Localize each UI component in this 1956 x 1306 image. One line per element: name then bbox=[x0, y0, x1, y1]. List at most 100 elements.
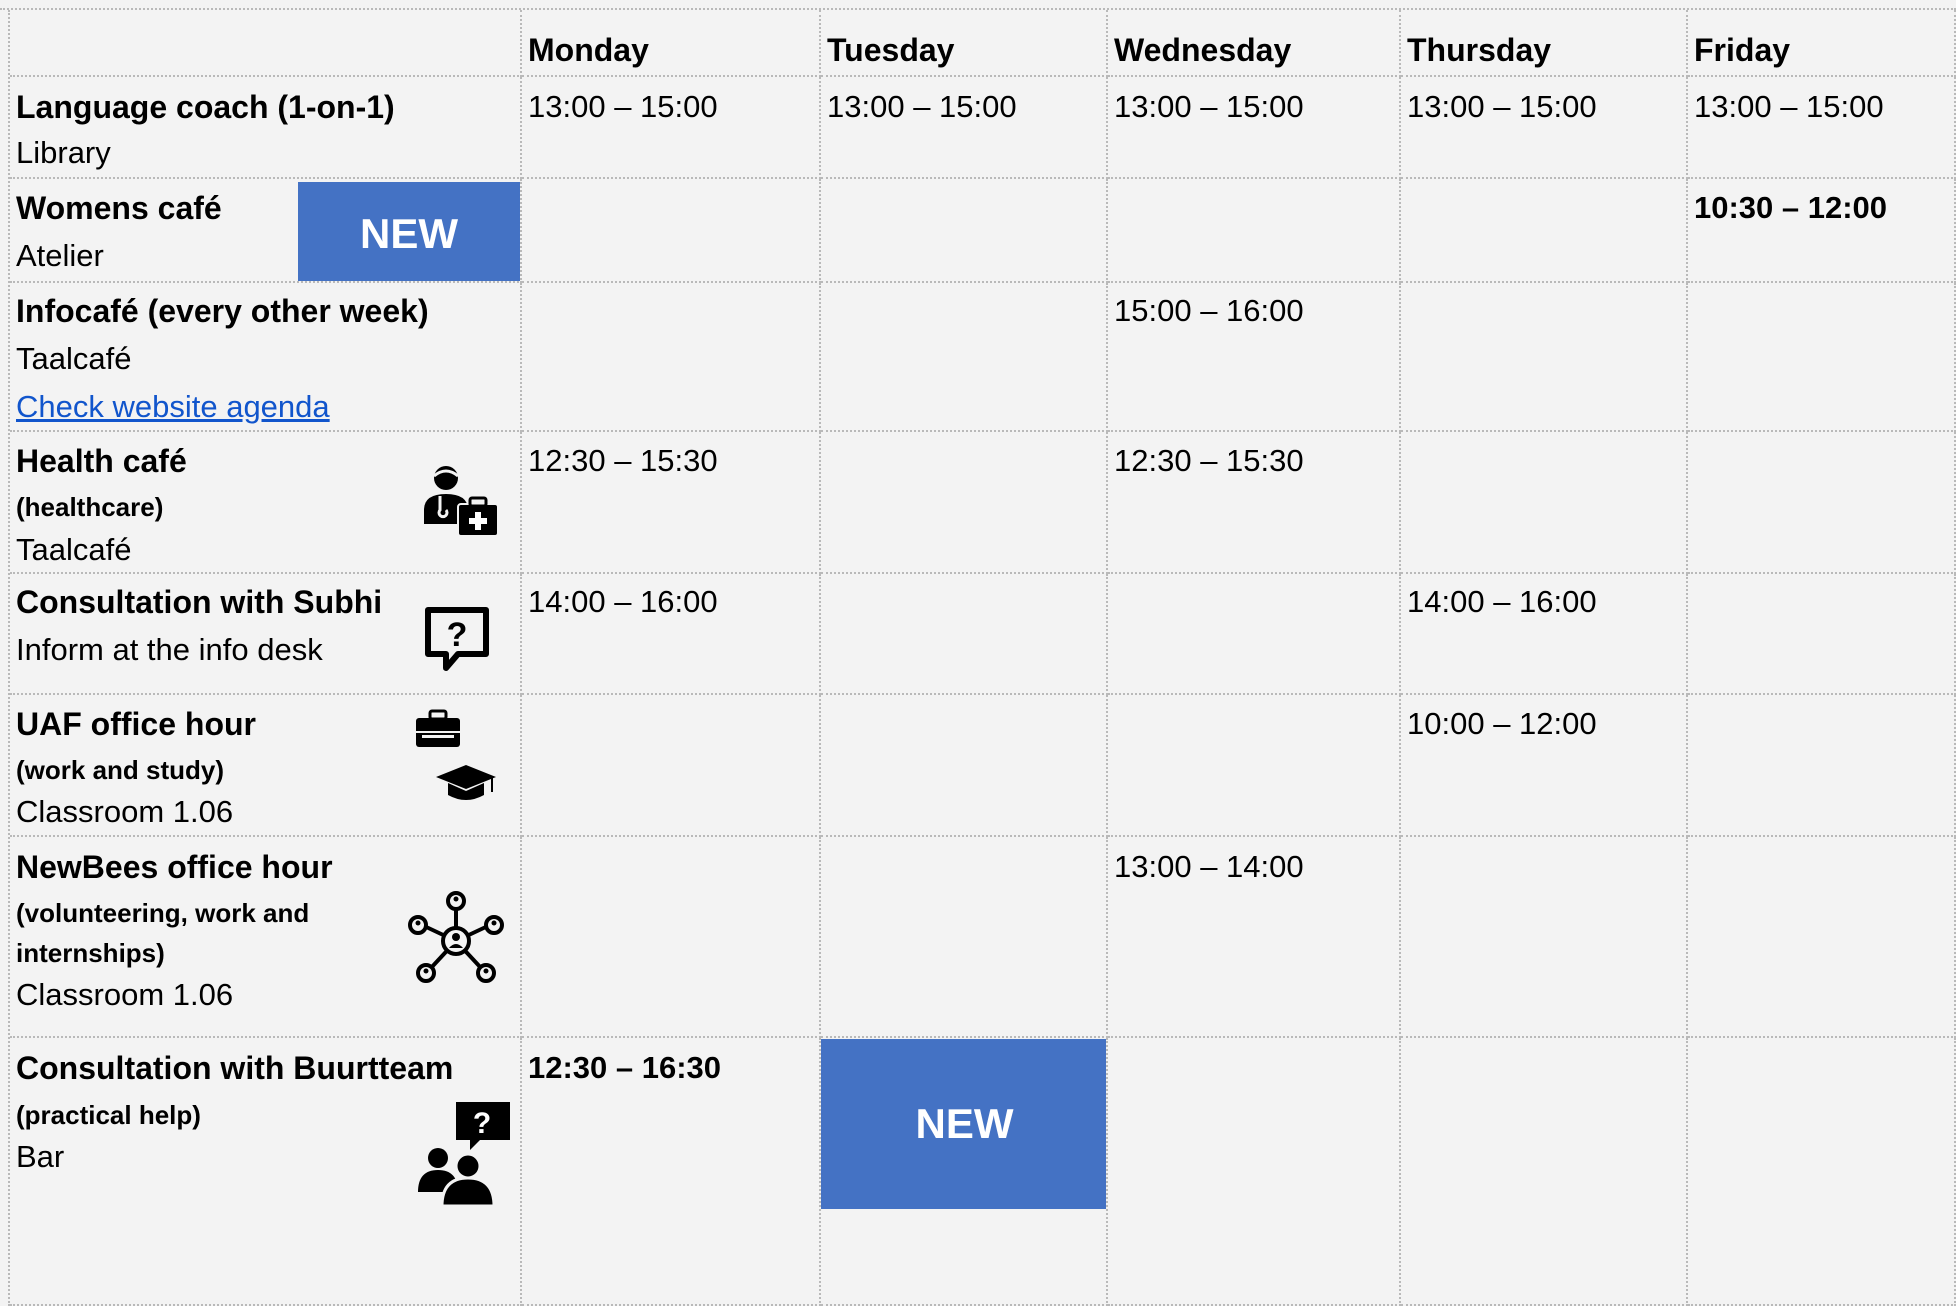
doctor-medical-bag-icon bbox=[424, 466, 499, 537]
time-cell bbox=[1688, 432, 1956, 574]
time-cell: NEW bbox=[821, 1038, 1108, 1306]
header-wednesday: Wednesday bbox=[1108, 10, 1401, 77]
activity-title: Language coach (1-on-1) bbox=[16, 89, 395, 125]
time-slot: 14:00 – 16:00 bbox=[1407, 584, 1597, 619]
activity-title: Infocafé (every other week) bbox=[16, 293, 429, 329]
people-question-icon: ? bbox=[418, 1102, 510, 1206]
time-cell bbox=[1108, 1038, 1401, 1306]
time-slot: 14:00 – 16:00 bbox=[528, 584, 718, 619]
time-slot: 13:00 – 15:00 bbox=[1694, 89, 1884, 124]
time-slot: 12:30 – 16:30 bbox=[528, 1050, 722, 1085]
people-network-icon bbox=[408, 891, 504, 983]
activity-location: Library bbox=[16, 135, 111, 170]
activity-cell-health-cafe: Health café (healthcare) Taalcafé bbox=[10, 432, 522, 574]
day-label-wednesday: Wednesday bbox=[1114, 32, 1292, 68]
time-slot: 13:00 – 15:00 bbox=[1407, 89, 1597, 124]
time-cell: 14:00 – 16:00 bbox=[522, 574, 821, 695]
time-cell bbox=[522, 179, 821, 283]
activity-title: Health café bbox=[16, 443, 187, 479]
header-thursday: Thursday bbox=[1401, 10, 1688, 77]
time-cell: 14:00 – 16:00 bbox=[1401, 574, 1688, 695]
briefcase-icon bbox=[416, 709, 460, 747]
activity-title: Consultation with Buurtteam bbox=[16, 1050, 454, 1086]
activity-subtitle-line-1: (volunteering, work and bbox=[16, 898, 310, 928]
new-badge: NEW bbox=[821, 1039, 1106, 1209]
time-cell: 12:30 – 16:30 bbox=[522, 1038, 821, 1306]
time-cell bbox=[821, 837, 1108, 1038]
time-cell bbox=[821, 179, 1108, 283]
time-cell: 13:00 – 14:00 bbox=[1108, 837, 1401, 1038]
time-cell bbox=[821, 432, 1108, 574]
time-cell bbox=[1401, 837, 1688, 1038]
time-cell bbox=[821, 695, 1108, 837]
day-label-friday: Friday bbox=[1694, 32, 1791, 68]
new-badge: NEW bbox=[298, 182, 520, 281]
day-label-monday: Monday bbox=[528, 32, 649, 68]
time-cell bbox=[1688, 837, 1956, 1038]
time-slot: 12:30 – 15:30 bbox=[528, 443, 718, 478]
time-cell: 10:00 – 12:00 bbox=[1401, 695, 1688, 837]
activity-location: Classroom 1.06 bbox=[16, 794, 234, 829]
time-slot: 12:30 – 15:30 bbox=[1114, 443, 1304, 478]
weekly-schedule-table: Monday Tuesday Wednesday Thursday Friday… bbox=[0, 0, 1956, 1306]
website-agenda-link[interactable]: Check website agenda bbox=[16, 389, 330, 425]
header-friday: Friday bbox=[1688, 10, 1956, 77]
activity-location: Classroom 1.06 bbox=[16, 977, 234, 1012]
activity-subtitle-line-2: internships) bbox=[16, 938, 165, 968]
activity-title: NewBees office hour bbox=[16, 849, 333, 885]
time-cell bbox=[821, 283, 1108, 432]
header-corner-cell bbox=[10, 10, 522, 77]
table-top-edge bbox=[0, 0, 1956, 10]
table-left-edge bbox=[0, 10, 10, 1306]
time-cell bbox=[1688, 695, 1956, 837]
time-slot: 15:00 – 16:00 bbox=[1114, 293, 1304, 328]
time-cell: 12:30 – 15:30 bbox=[1108, 432, 1401, 574]
time-cell bbox=[522, 283, 821, 432]
header-tuesday: Tuesday bbox=[821, 10, 1108, 77]
time-cell bbox=[1108, 695, 1401, 837]
question-speech-bubble-icon: ? bbox=[425, 607, 489, 671]
activity-cell-consultation-buurtteam: Consultation with Buurtteam (practical h… bbox=[10, 1038, 522, 1306]
activity-cell-womens-cafe: Womens café Atelier NEW bbox=[10, 179, 522, 283]
time-cell bbox=[1108, 574, 1401, 695]
activity-location: Atelier bbox=[16, 238, 104, 273]
header-monday: Monday bbox=[522, 10, 821, 77]
time-cell: 13:00 – 15:00 bbox=[1108, 77, 1401, 179]
time-cell bbox=[1401, 179, 1688, 283]
activity-subtitle: (work and study) bbox=[16, 755, 225, 785]
activity-cell-consultation-subhi: Consultation with Subhi Inform at the in… bbox=[10, 574, 522, 695]
time-cell: 13:00 – 15:00 bbox=[1401, 77, 1688, 179]
activity-cell-newbees-office-hour: NewBees office hour (volunteering, work … bbox=[10, 837, 522, 1038]
time-cell bbox=[821, 574, 1108, 695]
activity-title: UAF office hour bbox=[16, 706, 256, 742]
time-cell bbox=[1688, 1038, 1956, 1306]
time-cell: 12:30 – 15:30 bbox=[522, 432, 821, 574]
time-cell bbox=[1688, 574, 1956, 695]
time-cell bbox=[1401, 283, 1688, 432]
activity-cell-uaf-office-hour: UAF office hour (work and study) Classro… bbox=[10, 695, 522, 837]
time-slot: 13:00 – 15:00 bbox=[528, 89, 718, 124]
graduation-cap-icon bbox=[436, 765, 496, 800]
time-cell: 15:00 – 16:00 bbox=[1108, 283, 1401, 432]
time-cell bbox=[1401, 432, 1688, 574]
time-slot: 10:30 – 12:00 bbox=[1694, 190, 1888, 225]
time-slot: 13:00 – 15:00 bbox=[827, 89, 1017, 124]
activity-cell-language-coach: Language coach (1-on-1) Library bbox=[10, 77, 522, 179]
activity-subtitle: (healthcare) bbox=[16, 492, 164, 522]
activity-location: Bar bbox=[16, 1139, 65, 1174]
time-cell: 10:30 – 12:00 bbox=[1688, 179, 1956, 283]
svg-text:?: ? bbox=[447, 616, 468, 654]
activity-title: Consultation with Subhi bbox=[16, 584, 383, 620]
day-label-thursday: Thursday bbox=[1407, 32, 1552, 68]
time-cell: 13:00 – 15:00 bbox=[821, 77, 1108, 179]
activity-subtitle: (practical help) bbox=[16, 1100, 201, 1130]
day-label-tuesday: Tuesday bbox=[827, 32, 955, 68]
activity-location: Inform at the info desk bbox=[16, 632, 323, 667]
time-cell bbox=[522, 695, 821, 837]
time-slot: 13:00 – 15:00 bbox=[1114, 89, 1304, 124]
time-cell bbox=[1401, 1038, 1688, 1306]
time-cell: 13:00 – 15:00 bbox=[522, 77, 821, 179]
svg-text:?: ? bbox=[473, 1107, 491, 1140]
time-cell bbox=[522, 837, 821, 1038]
activity-cell-infocafe: Infocafé (every other week) Taalcafé Che… bbox=[10, 283, 522, 432]
